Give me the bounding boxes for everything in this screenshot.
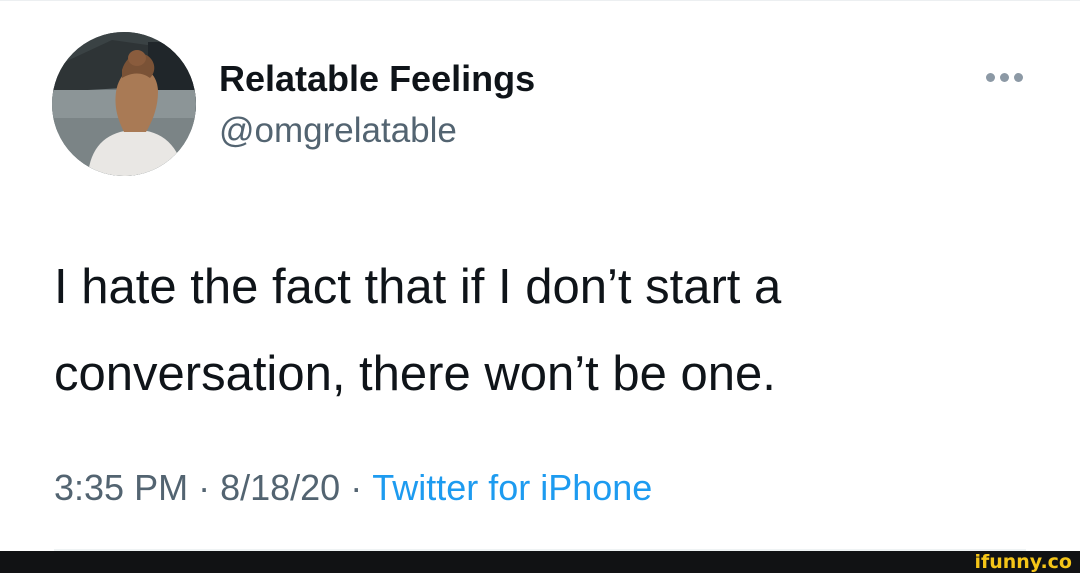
tweet-date[interactable]: 8/18/20 <box>220 467 340 508</box>
tweet-source-link[interactable]: Twitter for iPhone <box>372 467 652 508</box>
meta-separator: · <box>198 467 211 508</box>
tweet-card: Relatable Feelings @omgrelatable I hate … <box>0 0 1080 551</box>
more-horizontal-icon-dot <box>999 72 1009 82</box>
top-divider <box>0 0 1080 1</box>
more-options-button[interactable] <box>978 62 1030 92</box>
tweet-time[interactable]: 3:35 PM <box>54 467 188 508</box>
author-name[interactable]: Relatable Feelings <box>219 58 535 100</box>
avatar-photo <box>52 32 196 176</box>
more-horizontal-icon <box>985 72 995 82</box>
author-handle[interactable]: @omgrelatable <box>219 110 457 152</box>
meta-separator: · <box>350 467 363 508</box>
watermark-bar: ifunny.co <box>0 551 1080 573</box>
ifunny-watermark-logo: ifunny.co <box>974 551 1072 573</box>
tweet-text-line: I hate the fact that if I don’t start a <box>54 260 782 314</box>
tweet-text-line: conversation, there won’t be one. <box>54 347 776 401</box>
tweet-text: I hate the fact that if I don’t start a … <box>54 244 1034 418</box>
more-horizontal-icon-dot <box>1013 72 1023 82</box>
tweet-meta: 3:35 PM · 8/18/20 · Twitter for iPhone <box>54 466 652 510</box>
avatar[interactable] <box>52 32 196 176</box>
